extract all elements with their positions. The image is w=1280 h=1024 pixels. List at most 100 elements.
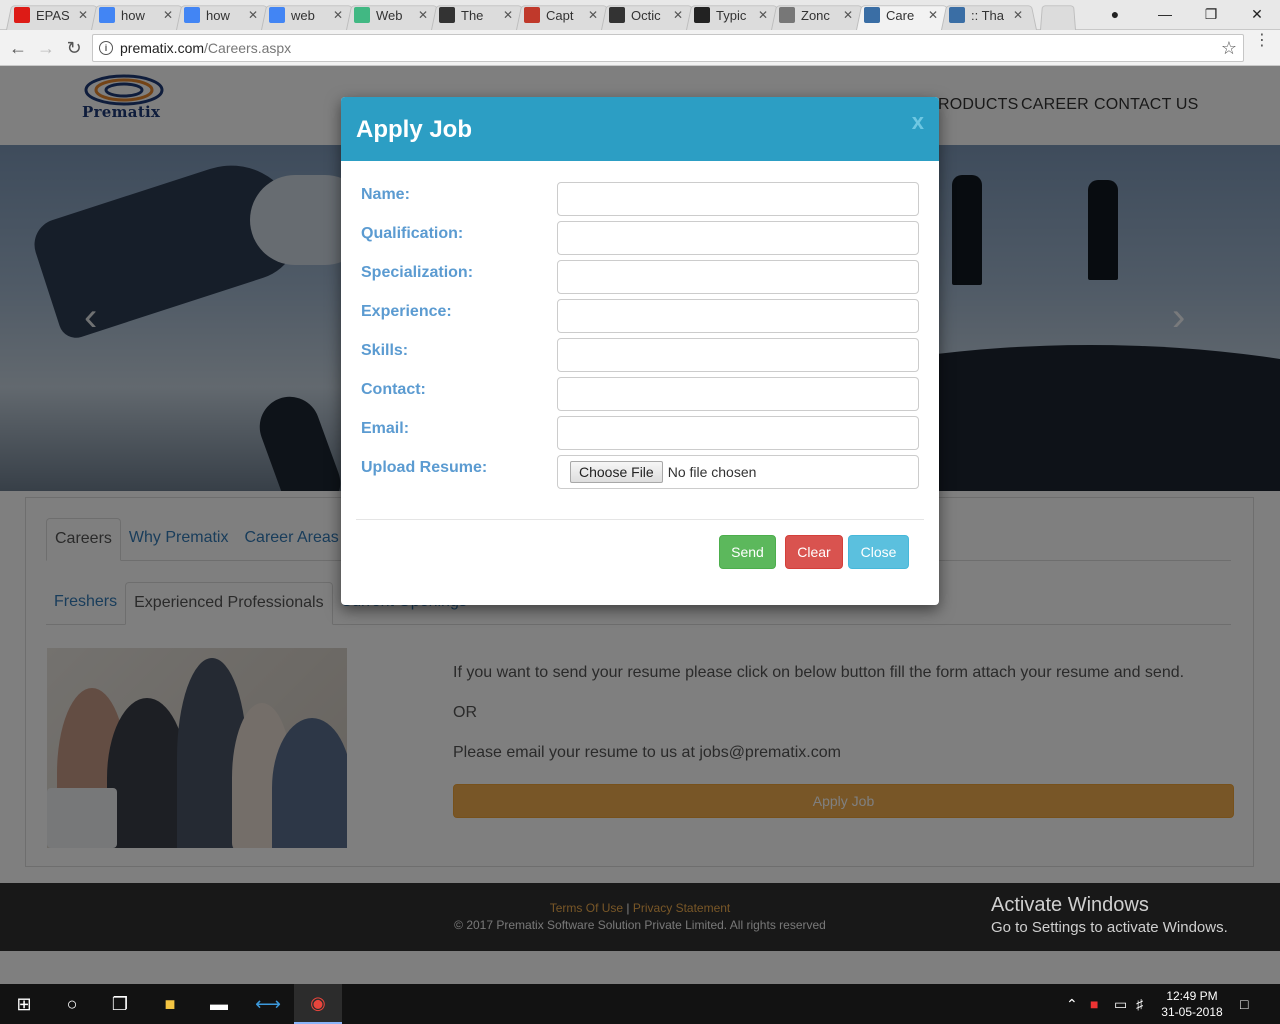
experience-input[interactable] xyxy=(557,299,919,333)
clear-button[interactable]: Clear xyxy=(785,535,843,569)
prematix-icon xyxy=(949,7,965,23)
tab-close-icon[interactable]: ✕ xyxy=(928,8,938,22)
modal-title: Apply Job xyxy=(356,116,473,143)
close-window-icon[interactable]: ✕ xyxy=(1234,0,1280,28)
task-view-icon[interactable]: ❐ xyxy=(96,984,144,1024)
browser-tab-content[interactable]: EPAS ✕ xyxy=(6,2,102,28)
browser-tab-content[interactable]: Care ✕ xyxy=(856,2,952,28)
modal-header: Apply Job x xyxy=(341,97,939,161)
browser-tab-title: Capt xyxy=(546,7,574,23)
start-windows-icon[interactable]: ⊞ xyxy=(0,984,48,1024)
browser-tab-title: :: Tha xyxy=(971,7,1005,23)
url-path: /Careers.aspx xyxy=(204,40,292,56)
new-tab-button[interactable] xyxy=(1040,5,1076,30)
choose-file-button[interactable]: Choose File xyxy=(570,461,663,483)
modal-footer-divider xyxy=(356,519,924,520)
browser-tab-content[interactable]: Octic ✕ xyxy=(601,2,697,28)
google-icon xyxy=(269,7,285,23)
browser-tab-content[interactable]: Zonc ✕ xyxy=(771,2,867,28)
diamond-icon xyxy=(694,7,710,23)
notifications-icon[interactable]: □ xyxy=(1240,984,1248,1024)
name-input[interactable] xyxy=(557,182,919,216)
qualification-row: Qualification: xyxy=(361,221,919,255)
angular-icon xyxy=(14,7,30,23)
url-host: prematix.com xyxy=(120,40,205,56)
forward-icon[interactable]: → xyxy=(34,36,58,60)
terminal-icon[interactable]: ▬ xyxy=(195,984,243,1024)
no-file-chosen-text: No file chosen xyxy=(667,464,757,480)
tab-close-icon[interactable]: ✕ xyxy=(248,8,258,22)
browser-tab-content[interactable]: how ✕ xyxy=(91,2,187,28)
browser-tab-title: Web xyxy=(376,7,403,23)
modal-close-icon[interactable]: x xyxy=(912,109,924,135)
skills-row: Skills: xyxy=(361,338,919,372)
tab-close-icon[interactable]: ✕ xyxy=(503,8,513,22)
contact-label: Contact: xyxy=(361,381,426,398)
browser-tab-content[interactable]: web ✕ xyxy=(261,2,357,28)
minimize-icon[interactable]: — xyxy=(1142,0,1188,28)
cortana-search-icon[interactable]: ○ xyxy=(48,984,96,1024)
browser-tab-content[interactable]: :: Tha ✕ xyxy=(941,2,1037,28)
volume-icon[interactable]: ♯ xyxy=(1136,984,1143,1024)
browser-toolbar: ← → ↻ i prematix.com /Careers.aspx ☆ ⋮ xyxy=(0,30,1280,66)
qualification-input[interactable] xyxy=(557,221,919,255)
specialization-row: Specialization: xyxy=(361,260,919,294)
experience-label: Experience: xyxy=(361,303,452,320)
contact-input[interactable] xyxy=(557,377,919,411)
browser-tab-content[interactable]: Capt ✕ xyxy=(516,2,612,28)
upload-resume-row: Upload Resume: Choose File No file chose… xyxy=(361,455,919,489)
specialization-label: Specialization: xyxy=(361,264,474,281)
browser-tab-title: how xyxy=(206,7,230,23)
tab-close-icon[interactable]: ✕ xyxy=(843,8,853,22)
windows-taskbar: ⊞ ○ ❐ ■ ▬ ⟷ ◉ ⌃ ■ ▭ ♯ 12:49 PM 31-05-201… xyxy=(0,984,1280,1024)
send-button[interactable]: Send xyxy=(719,535,776,569)
browser-tab-title: how xyxy=(121,7,145,23)
browser-tab-content[interactable]: The ✕ xyxy=(431,2,527,28)
activate-windows-watermark: Activate Windows Go to Settings to activ… xyxy=(991,894,1228,936)
specialization-input[interactable] xyxy=(557,260,919,294)
tray-chevron-icon[interactable]: ⌃ xyxy=(1066,984,1078,1024)
web-page: Prematix RODUCTS CAREER CONTACT US ‹ › C… xyxy=(0,66,1280,984)
chrome-icon[interactable]: ◉ xyxy=(294,984,342,1024)
tab-close-icon[interactable]: ✕ xyxy=(418,8,428,22)
reload-icon[interactable]: ↻ xyxy=(62,36,86,60)
resume-file-input[interactable]: Choose File No file chosen xyxy=(557,455,919,489)
clock-date: 31-05-2018 xyxy=(1161,1005,1223,1019)
email-row: Email: xyxy=(361,416,919,450)
blank-page-icon xyxy=(779,7,795,23)
taskbar-clock[interactable]: 12:49 PM 31-05-2018 xyxy=(1156,988,1228,1020)
tab-close-icon[interactable]: ✕ xyxy=(78,8,88,22)
browser-tab-content[interactable]: how ✕ xyxy=(176,2,272,28)
apply-job-modal: Apply Job x Name: Qualification: Special… xyxy=(341,97,939,605)
close-button[interactable]: Close xyxy=(848,535,909,569)
tab-close-icon[interactable]: ✕ xyxy=(1013,8,1023,22)
tab-close-icon[interactable]: ✕ xyxy=(588,8,598,22)
vue-icon xyxy=(354,7,370,23)
email-input[interactable] xyxy=(557,416,919,450)
vscode-icon[interactable]: ⟷ xyxy=(244,984,292,1024)
network-icon[interactable]: ▭ xyxy=(1114,984,1127,1024)
watermark-subtitle: Go to Settings to activate Windows. xyxy=(991,919,1228,936)
file-explorer-icon[interactable]: ■ xyxy=(146,984,194,1024)
tab-close-icon[interactable]: ✕ xyxy=(673,8,683,22)
restore-icon[interactable]: ❐ xyxy=(1188,0,1234,28)
skills-input[interactable] xyxy=(557,338,919,372)
back-icon[interactable]: ← xyxy=(6,36,30,60)
browser-tab-title: Care xyxy=(886,7,915,23)
site-info-icon[interactable]: i xyxy=(99,41,113,55)
tab-close-icon[interactable]: ✕ xyxy=(163,8,173,22)
bookmark-star-icon[interactable]: ☆ xyxy=(1221,38,1237,59)
browser-menu-icon[interactable]: ⋮ xyxy=(1254,33,1270,49)
tab-close-icon[interactable]: ✕ xyxy=(333,8,343,22)
experience-row: Experience: xyxy=(361,299,919,333)
browser-tab-title: The xyxy=(461,7,484,23)
antivirus-icon[interactable]: ■ xyxy=(1090,984,1098,1024)
browser-tab-content[interactable]: Typic ✕ xyxy=(686,2,782,28)
address-bar[interactable]: i prematix.com /Careers.aspx ☆ xyxy=(92,34,1244,62)
doc-icon xyxy=(609,7,625,23)
tab-close-icon[interactable]: ✕ xyxy=(758,8,768,22)
browser-tab-content[interactable]: Web ✕ xyxy=(346,2,442,28)
profile-icon[interactable]: ● xyxy=(1092,0,1138,28)
t-icon xyxy=(439,7,455,23)
browser-tab-title: web xyxy=(291,7,315,23)
